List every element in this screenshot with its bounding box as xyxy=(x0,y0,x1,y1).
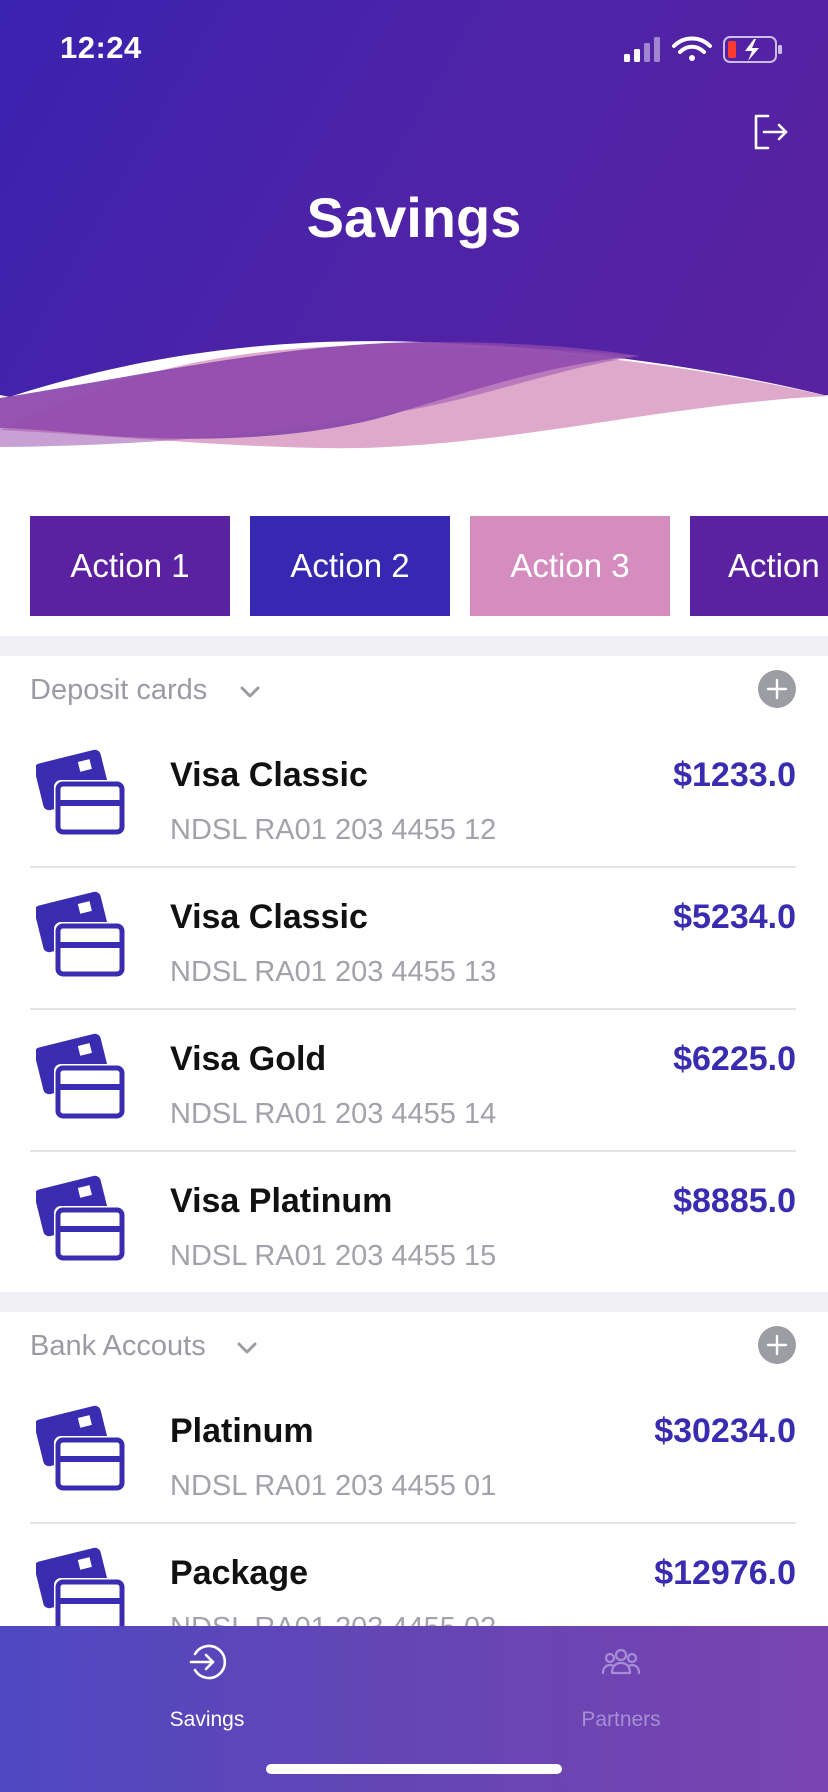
home-indicator xyxy=(266,1764,562,1774)
card-name: Visa Platinum xyxy=(170,1182,393,1220)
status-bar: 12:24 xyxy=(0,0,828,100)
tab-bar: Savings Partners xyxy=(0,1626,828,1792)
credit-card-icon xyxy=(36,1175,126,1262)
credit-card-icon xyxy=(36,749,126,836)
login-arrow-icon xyxy=(189,1644,227,1680)
card-name: Visa Gold xyxy=(170,1040,327,1078)
page-title: Savings xyxy=(306,186,522,249)
account-name: Package xyxy=(170,1554,308,1592)
chevron-down-icon[interactable] xyxy=(233,1334,261,1362)
cellular-signal-icon xyxy=(624,37,660,62)
battery-icon xyxy=(723,36,782,63)
action-2-button[interactable]: Action 2 xyxy=(250,516,450,616)
account-amount: $30234.0 xyxy=(654,1412,796,1450)
credit-card-icon xyxy=(36,891,126,978)
deposit-cards-title: Deposit cards xyxy=(30,674,208,706)
card-amount: $5234.0 xyxy=(673,898,796,936)
card-number: NDSL RA01 203 4455 13 xyxy=(170,956,497,988)
account-name: Platinum xyxy=(170,1412,314,1450)
list-item[interactable]: Visa Platinum NDSL RA01 203 4455 15 $888… xyxy=(0,1152,828,1294)
account-number: NDSL RA01 203 4455 01 xyxy=(170,1470,497,1502)
card-number: NDSL RA01 203 4455 15 xyxy=(170,1240,497,1272)
action-3-button[interactable]: Action 3 xyxy=(470,516,670,616)
list-item[interactable]: Visa Gold NDSL RA01 203 4455 14 $6225.0 xyxy=(0,1010,828,1152)
status-time: 12:24 xyxy=(60,30,142,65)
tab-savings-label: Savings xyxy=(169,1708,245,1731)
card-name: Visa Classic xyxy=(170,756,368,794)
bank-accounts-header[interactable]: Bank Accouts xyxy=(0,1312,828,1382)
account-amount: $12976.0 xyxy=(654,1554,796,1592)
credit-card-icon xyxy=(36,1033,126,1120)
bank-accounts-title: Bank Accouts xyxy=(30,1330,206,1362)
tab-partners-label: Partners xyxy=(581,1708,661,1731)
card-amount: $6225.0 xyxy=(673,1040,796,1078)
chevron-down-icon[interactable] xyxy=(236,678,264,706)
header: 12:24 Savings xyxy=(0,0,828,460)
card-amount: $8885.0 xyxy=(673,1182,796,1220)
credit-card-icon xyxy=(36,1405,126,1492)
tab-savings[interactable]: Savings xyxy=(0,1626,414,1746)
people-icon xyxy=(601,1648,641,1675)
add-bank-account-button[interactable] xyxy=(758,1326,796,1364)
credit-card-icon xyxy=(36,1547,126,1634)
card-number: NDSL RA01 203 4455 14 xyxy=(170,1098,497,1130)
list-item[interactable]: Platinum NDSL RA01 203 4455 01 $30234.0 xyxy=(0,1382,828,1524)
deposit-cards-header[interactable]: Deposit cards xyxy=(0,656,828,726)
card-number: NDSL RA01 203 4455 12 xyxy=(170,814,497,846)
logout-icon[interactable] xyxy=(748,110,792,154)
status-icons xyxy=(624,36,782,63)
actions-carousel[interactable]: Action 1 Action 2 Action 3 Action xyxy=(0,516,828,616)
action-1-button[interactable]: Action 1 xyxy=(30,516,230,616)
section-gap xyxy=(0,636,828,656)
tab-partners[interactable]: Partners xyxy=(414,1626,828,1746)
card-name: Visa Classic xyxy=(170,898,368,936)
list-item[interactable]: Visa Classic NDSL RA01 203 4455 13 $5234… xyxy=(0,868,828,1010)
list-item[interactable]: Visa Classic NDSL RA01 203 4455 12 $1233… xyxy=(0,726,828,868)
wifi-icon xyxy=(672,36,712,61)
action-4-button[interactable]: Action xyxy=(690,516,828,616)
add-deposit-card-button[interactable] xyxy=(758,670,796,708)
card-amount: $1233.0 xyxy=(673,756,796,794)
section-gap xyxy=(0,1292,828,1312)
